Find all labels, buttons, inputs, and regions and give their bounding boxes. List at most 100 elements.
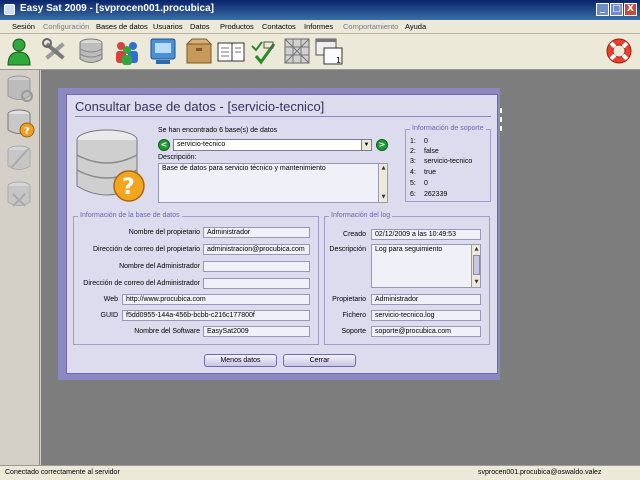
title-bar: Easy Sat 2009 - [svprocen001.procubica] … (0, 0, 640, 20)
box-icon[interactable] (184, 36, 214, 66)
support-key: 1: (410, 138, 416, 145)
admin-email-label: Dirección de correo del Administrador (83, 280, 200, 287)
scroll-down-icon[interactable]: ▼ (379, 193, 388, 202)
svg-text:?: ? (24, 126, 30, 137)
support-value: 262339 (424, 191, 448, 198)
scroll-up-icon[interactable]: ▲ (472, 245, 481, 254)
menu-contactos[interactable]: Contactos (262, 22, 296, 31)
title-divider (75, 116, 491, 117)
svg-text:?: ? (122, 175, 135, 200)
database-question-icon[interactable]: ? (5, 106, 35, 138)
owner-name-label: Nombre del propietario (128, 229, 200, 236)
book-icon[interactable] (216, 36, 246, 66)
log-description-scrollbar[interactable]: ▲ ▼ (471, 245, 480, 287)
database-remove-icon[interactable] (5, 142, 35, 174)
owner-name-field[interactable]: Administrador (203, 227, 310, 238)
network-icon[interactable] (282, 36, 312, 66)
web-label: Web (103, 296, 118, 303)
chevron-down-icon[interactable]: ▼ (361, 140, 371, 150)
log-created-label: Creado (343, 231, 366, 238)
database-question-large-icon: ? (76, 129, 145, 202)
menu-productos[interactable]: Productos (220, 22, 254, 31)
log-file-label: Fichero (342, 312, 366, 319)
status-user: svprocen001.procubica@oswaldo.valez (478, 469, 602, 476)
close-button[interactable]: Cerrar (283, 354, 356, 367)
database-search-icon[interactable] (5, 72, 35, 104)
log-support-field[interactable]: soporte@procubica.com (371, 326, 481, 337)
close-window-button[interactable]: X (624, 3, 637, 16)
support-value: true (424, 169, 437, 176)
sidebar: ? (0, 70, 40, 465)
database-select-value: servicio-tecnico (177, 141, 226, 148)
menu-bar: Sesión Configuración Bases de datos Usua… (0, 20, 640, 34)
toolbar: 1 (0, 34, 640, 70)
admin-name-field[interactable] (203, 261, 310, 272)
help-lifebuoy-icon[interactable] (604, 36, 634, 66)
previous-database-button[interactable]: < (158, 139, 170, 151)
menu-sesion[interactable]: Sesión (12, 22, 35, 31)
menu-ayuda[interactable]: Ayuda (405, 22, 426, 31)
users-group-icon[interactable] (112, 36, 142, 66)
dialog-title: Consultar base de datos - [servicio-tecn… (75, 99, 325, 114)
support-key: 6: (410, 191, 416, 198)
log-description-value: Log para seguimiento (375, 246, 443, 253)
maximize-button[interactable]: □ (610, 3, 623, 16)
log-file-field[interactable]: servicio-tecnico.log (371, 310, 481, 321)
minimize-button[interactable]: _ (596, 3, 609, 16)
support-key: 5: (410, 180, 416, 187)
description-value: Base de datos para servicio técnico y ma… (162, 165, 326, 172)
menu-comportamiento[interactable]: Comportamiento (343, 22, 398, 31)
support-info-group: Información de soporte (405, 125, 491, 202)
menu-configuracion[interactable]: Configuración (43, 22, 89, 31)
description-scrollbar[interactable]: ▲ ▼ (378, 164, 387, 202)
support-key: 3: (410, 158, 416, 165)
support-value: 0 (424, 138, 428, 145)
description-label: Descripción: (158, 154, 197, 161)
svg-text:1: 1 (336, 56, 341, 65)
menu-usuarios[interactable]: Usuarios (153, 22, 183, 31)
description-textarea[interactable]: Base de datos para servicio técnico y ma… (158, 163, 388, 203)
window-icon[interactable]: 1 (314, 36, 344, 66)
database-info-legend: Información de la base de datos (78, 212, 182, 219)
software-name-field[interactable]: EasySat2009 (203, 326, 310, 337)
software-name-label: Nombre del Software (134, 328, 200, 335)
owner-email-field[interactable]: administracion@procubica.com (203, 244, 310, 255)
support-value: servicio-tecnico (424, 158, 473, 165)
log-created-field[interactable]: 02/12/2009 a las 10:49:53 (371, 229, 481, 240)
log-owner-field[interactable]: Administrador (371, 294, 481, 305)
status-message: Conectado correctamente al servidor (5, 469, 120, 476)
support-value: 0 (424, 180, 428, 187)
support-info-legend: Información de soporte (410, 125, 486, 132)
scroll-up-icon[interactable]: ▲ (379, 164, 388, 173)
owner-email-label: Dirección de correo del propietario (93, 246, 200, 253)
support-value: false (424, 148, 439, 155)
window-title: Easy Sat 2009 - [svprocen001.procubica] (20, 3, 214, 14)
menu-informes[interactable]: Informes (304, 22, 333, 31)
web-field[interactable]: http://www.procubica.com (122, 294, 310, 305)
less-data-button[interactable]: Menos datos (204, 354, 277, 367)
tools-icon[interactable] (40, 36, 70, 66)
log-description-textarea[interactable]: Log para seguimiento (371, 244, 481, 288)
guid-label: GUID (100, 312, 119, 319)
menu-datos[interactable]: Datos (190, 22, 210, 31)
admin-email-field[interactable] (203, 278, 310, 289)
log-owner-label: Propietario (332, 296, 366, 303)
log-info-legend: Información del log (329, 212, 393, 219)
log-support-label: Soporte (341, 328, 366, 335)
database-disabled-icon[interactable] (5, 178, 35, 210)
scroll-thumb[interactable] (473, 255, 480, 275)
next-database-button[interactable]: > (376, 139, 388, 151)
app-icon (4, 4, 15, 15)
status-bar: Conectado correctamente al servidor svpr… (0, 465, 640, 480)
database-select[interactable]: servicio-tecnico ▼ (173, 139, 372, 151)
support-key: 4: (410, 169, 416, 176)
found-databases-label: Se han encontrado 6 base(s) de datos (158, 127, 278, 134)
user-icon[interactable] (4, 36, 34, 66)
computer-icon[interactable] (148, 36, 178, 66)
checklist-icon[interactable] (248, 36, 278, 66)
menu-bases-de-datos[interactable]: Bases de datos (96, 22, 148, 31)
support-key: 2: (410, 148, 416, 155)
database-icon[interactable] (76, 36, 106, 66)
guid-field[interactable]: f5dd0955-144a-456b-bcbb-c216c177800f (122, 310, 310, 321)
scroll-down-icon[interactable]: ▼ (472, 278, 481, 287)
